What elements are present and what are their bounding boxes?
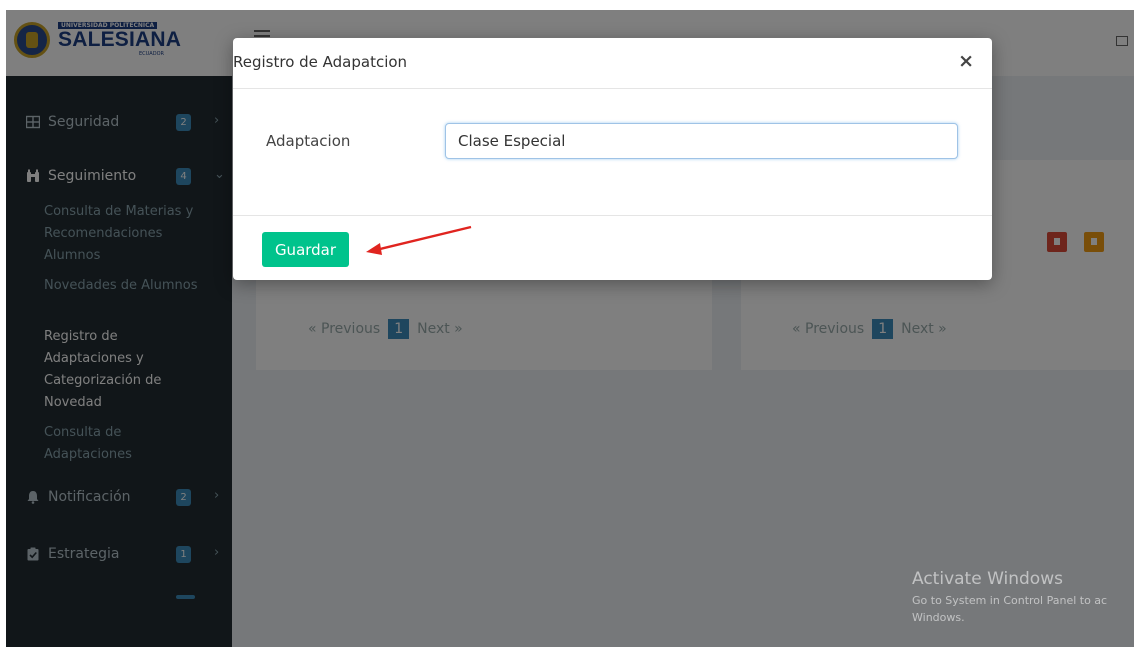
windows-activation-watermark: Activate Windows Go to System in Control…: [912, 569, 1107, 626]
registro-adaptacion-modal: Registro de Adapatcion × Adaptacion Guar…: [233, 38, 992, 280]
app-window: UNIVERSIDAD POLITÉCNICA SALESIANA ECUADO…: [6, 10, 1134, 647]
guardar-button[interactable]: Guardar: [262, 232, 349, 267]
adaptacion-label: Adaptacion: [266, 132, 351, 150]
modal-footer-divider: [233, 215, 992, 216]
close-icon[interactable]: ×: [958, 51, 974, 71]
watermark-line: Go to System in Control Panel to ac: [912, 594, 1108, 607]
modal-title: Registro de Adapatcion: [233, 53, 408, 71]
modal-header: Registro de Adapatcion ×: [233, 38, 992, 89]
adaptacion-input[interactable]: [445, 123, 958, 159]
annotation-arrow-icon: [366, 225, 472, 255]
watermark-line2: Windows.: [912, 611, 965, 624]
watermark-title: Activate Windows: [912, 569, 1063, 589]
